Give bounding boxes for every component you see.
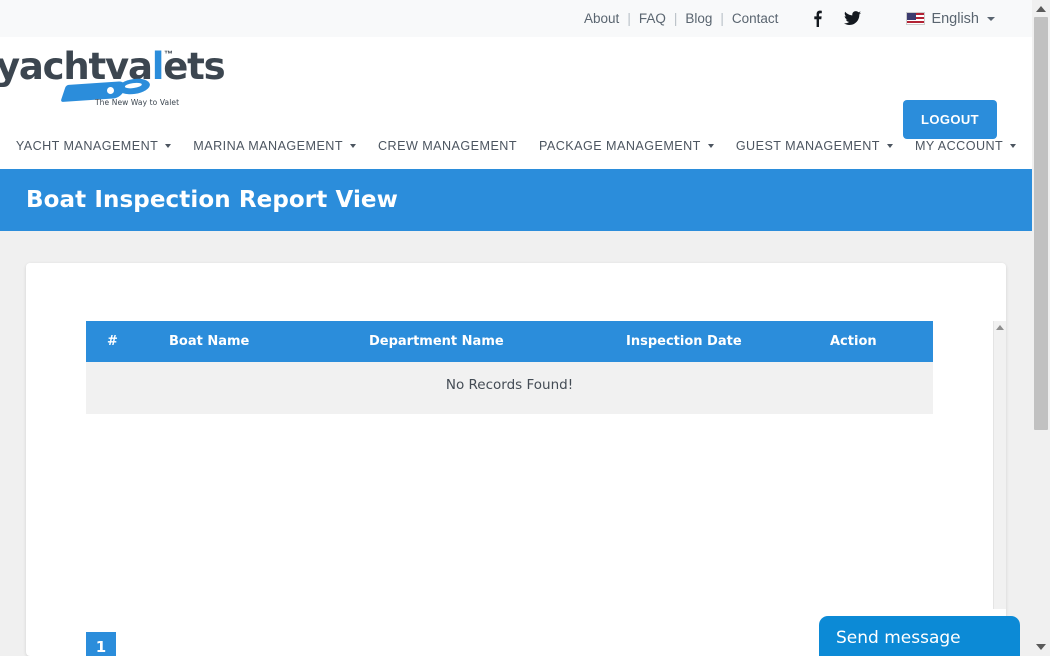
boat-window-icon xyxy=(107,87,114,94)
report-card: # Boat Name Department Name Inspection D… xyxy=(26,263,1006,656)
page-root: About | FAQ | Blog | Contact English yac… xyxy=(0,0,1050,656)
scroll-up-arrow-icon[interactable] xyxy=(996,325,1004,330)
scrollbar-thumb[interactable] xyxy=(1034,17,1048,430)
column-header-index: # xyxy=(86,321,169,362)
column-header-boat-name: Boat Name xyxy=(169,321,369,362)
site-logo[interactable]: yachtvalets ™ The New Way to Valet xyxy=(0,45,236,117)
topbar-link-blog[interactable]: Blog xyxy=(684,11,713,26)
nav-label: MY ACCOUNT xyxy=(914,138,1004,153)
nav-item-my-account[interactable]: MY ACCOUNT xyxy=(904,139,1027,153)
twitter-icon[interactable] xyxy=(844,11,862,26)
nav-label: PACKAGE MANAGEMENT xyxy=(538,138,701,153)
browser-viewport: About | FAQ | Blog | Contact English yac… xyxy=(0,0,1032,656)
table-vertical-scrollbar[interactable] xyxy=(993,321,1006,609)
chevron-down-icon xyxy=(165,143,172,148)
chevron-down-icon xyxy=(350,143,356,148)
scroll-up-arrow-icon[interactable] xyxy=(1036,6,1046,12)
column-header-action: Action xyxy=(830,321,933,362)
column-header-inspection-date: Inspection Date xyxy=(626,321,830,362)
facebook-icon[interactable] xyxy=(813,10,823,27)
nav-label: MARINA MANAGEMENT xyxy=(193,138,343,153)
logo-tagline: The New Way to Valet xyxy=(95,98,180,107)
nav-item-yacht-management[interactable]: YACHT MANAGEMENT xyxy=(5,139,182,153)
nav-item-package-management[interactable]: PACKAGE MANAGEMENT xyxy=(528,139,725,153)
language-label: English xyxy=(931,10,979,27)
nav-item-crew-management[interactable]: CREW MANAGEMENT xyxy=(367,139,528,153)
us-flag-icon xyxy=(906,12,926,25)
column-header-department: Department Name xyxy=(369,321,626,362)
chevron-down-icon xyxy=(707,143,714,148)
social-links xyxy=(813,10,862,27)
topbar-separator: | xyxy=(627,11,631,26)
pagination-page-1[interactable]: 1 xyxy=(86,632,116,656)
chat-send-message-button[interactable]: Send message xyxy=(819,616,1020,656)
scroll-down-arrow-icon[interactable] xyxy=(1036,644,1046,650)
topbar-link-faq[interactable]: FAQ xyxy=(638,11,667,26)
main-navigation: YACHT MANAGEMENT MARINA MANAGEMENT CREW … xyxy=(0,122,1032,169)
table-empty-row: No Records Found! xyxy=(86,362,933,414)
content-area: # Boat Name Department Name Inspection D… xyxy=(0,231,1032,656)
topbar-separator: | xyxy=(673,11,678,26)
table-body: No Records Found! xyxy=(86,362,933,414)
site-header: yachtvalets ™ The New Way to Valet LOGOU… xyxy=(0,37,1032,139)
top-utility-bar: About | FAQ | Blog | Contact English xyxy=(0,0,1032,37)
table-header-row: # Boat Name Department Name Inspection D… xyxy=(86,321,933,362)
nav-label: CREW MANAGEMENT xyxy=(378,138,517,153)
language-selector[interactable]: English xyxy=(906,11,995,27)
chevron-down-icon xyxy=(1010,143,1017,148)
nav-label: GUEST MANAGEMENT xyxy=(735,138,880,153)
chat-button-label: Send message xyxy=(836,628,961,648)
topbar-link-about[interactable]: About xyxy=(583,11,620,26)
nav-item-marina-management[interactable]: MARINA MANAGEMENT xyxy=(182,139,367,153)
table-scroll-container: # Boat Name Department Name Inspection D… xyxy=(86,321,1006,609)
empty-state-message: No Records Found! xyxy=(86,362,933,414)
nav-label: YACHT MANAGEMENT xyxy=(15,138,159,153)
logout-button[interactable]: LOGOUT xyxy=(902,100,997,139)
topbar-separator: | xyxy=(720,11,724,26)
chevron-down-icon xyxy=(987,16,995,21)
page-title: Boat Inspection Report View xyxy=(26,187,398,213)
chevron-down-icon xyxy=(886,143,893,148)
logo-text-part2: l xyxy=(151,45,165,88)
nav-item-guest-management[interactable]: GUEST MANAGEMENT xyxy=(725,139,904,153)
topbar-link-contact[interactable]: Contact xyxy=(731,11,780,26)
table-header: # Boat Name Department Name Inspection D… xyxy=(86,321,933,362)
browser-vertical-scrollbar[interactable] xyxy=(1032,0,1050,656)
page-title-banner: Boat Inspection Report View xyxy=(0,169,1032,231)
inspection-report-table: # Boat Name Department Name Inspection D… xyxy=(86,321,933,414)
logo-trademark: ™ xyxy=(164,49,173,59)
